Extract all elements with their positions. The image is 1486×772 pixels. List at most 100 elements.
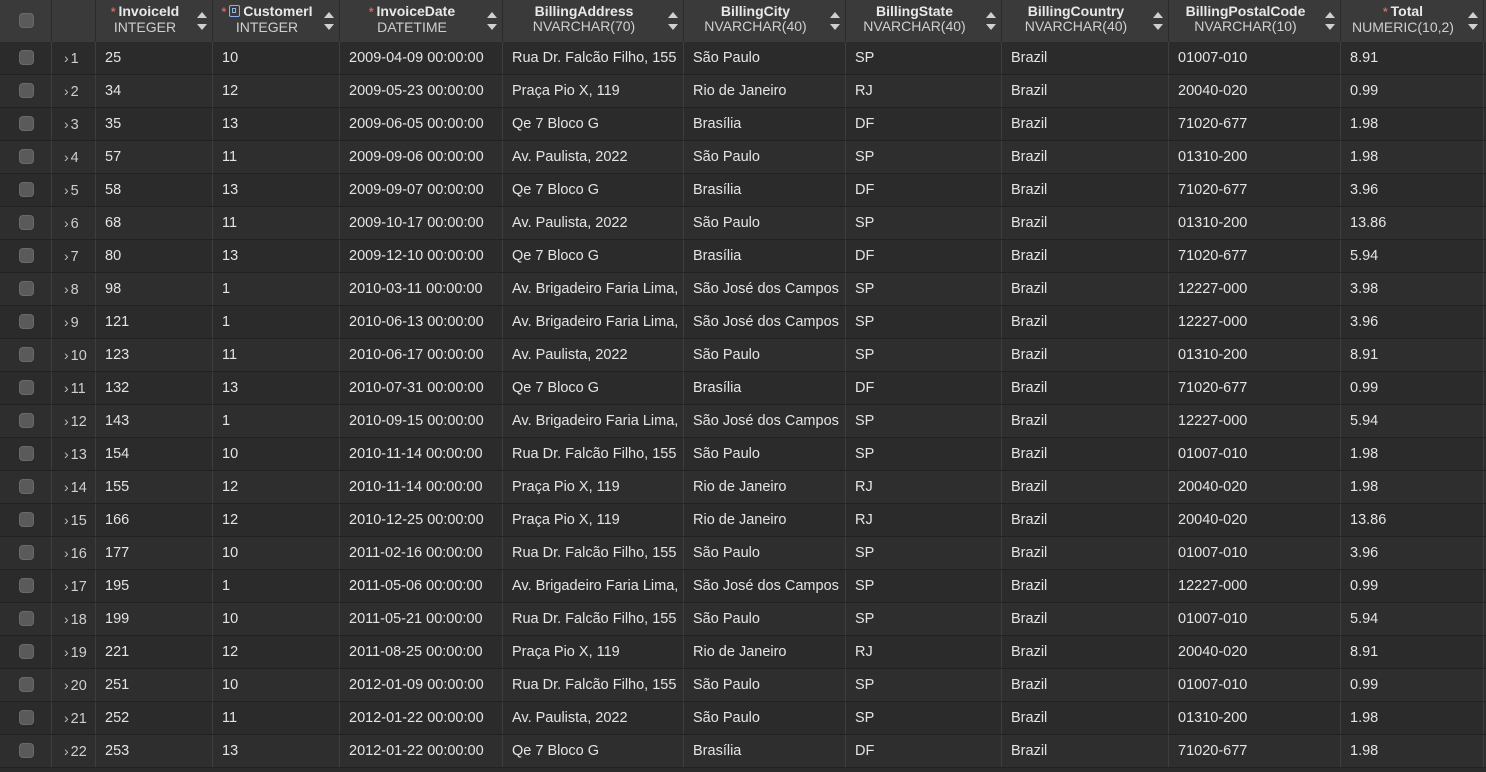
sort-arrows-icon[interactable] [1468, 12, 1478, 30]
cell-billingstate[interactable]: DF [846, 108, 1002, 140]
chevron-right-icon[interactable]: › [64, 240, 69, 272]
table-row[interactable]: › 15 166 12 2010-12-25 00:00:00 Praça Pio X, … [0, 504, 1486, 537]
chevron-right-icon[interactable]: › [64, 669, 69, 701]
cell-billingpostalcode[interactable]: 12227-000 [1169, 570, 1341, 602]
select-all-checkbox[interactable] [19, 13, 34, 28]
row-number-cell[interactable]: › 2 [52, 75, 96, 107]
row-checkbox[interactable] [19, 83, 34, 98]
chevron-right-icon[interactable]: › [64, 273, 69, 305]
cell-invoiceid[interactable]: 34 [96, 75, 213, 107]
cell-billingcountry[interactable]: Brazil [1002, 141, 1169, 173]
cell-billingpostalcode[interactable]: 12227-000 [1169, 405, 1341, 437]
cell-billingcity[interactable]: São Paulo [684, 537, 846, 569]
cell-billingstate[interactable]: SP [846, 702, 1002, 734]
sort-arrows-icon[interactable] [986, 12, 996, 30]
table-row[interactable]: › 13 154 10 2010-11-14 00:00:00 Rua Dr. Falcã… [0, 438, 1486, 471]
chevron-right-icon[interactable]: › [64, 141, 69, 173]
cell-customeri[interactable]: 1 [213, 306, 340, 338]
cell-total[interactable]: 8.91 [1341, 636, 1484, 668]
cell-billingcountry[interactable]: Brazil [1002, 306, 1169, 338]
table-row[interactable]: › 18 199 10 2011-05-21 00:00:00 Rua Dr. Falcã… [0, 603, 1486, 636]
cell-billingcountry[interactable]: Brazil [1002, 273, 1169, 305]
cell-invoicedate[interactable]: 2009-09-07 00:00:00 [340, 174, 503, 206]
row-checkbox[interactable] [19, 743, 34, 758]
cell-billingcity[interactable]: São Paulo [684, 438, 846, 470]
table-row[interactable]: › 7 80 13 2009-12-10 00:00:00 Qe 7 Bloco G Bra… [0, 240, 1486, 273]
row-number-cell[interactable]: › 14 [52, 471, 96, 503]
row-number-cell[interactable]: › 9 [52, 306, 96, 338]
cell-billingaddress[interactable]: Praça Pio X, 119 [503, 504, 684, 536]
table-row[interactable]: › 3 35 13 2009-06-05 00:00:00 Qe 7 Bloco G Bra… [0, 108, 1486, 141]
cell-billingcity[interactable]: Rio de Janeiro [684, 471, 846, 503]
cell-billingstate[interactable]: DF [846, 372, 1002, 404]
cell-billingcountry[interactable]: Brazil [1002, 504, 1169, 536]
cell-billingstate[interactable]: RJ [846, 636, 1002, 668]
cell-billingcity[interactable]: São Paulo [684, 603, 846, 635]
cell-billingaddress[interactable]: Qe 7 Bloco G [503, 372, 684, 404]
chevron-right-icon[interactable]: › [64, 339, 69, 371]
row-number-cell[interactable]: › 5 [52, 174, 96, 206]
table-row[interactable]: › 11 132 13 2010-07-31 00:00:00 Qe 7 Bloco GB… [0, 372, 1486, 405]
table-row[interactable]: › 8 98 1 2010-03-11 00:00:00 Av. Brigadeiro F… [0, 273, 1486, 306]
row-checkbox[interactable] [19, 281, 34, 296]
row-number-cell[interactable]: › 17 [52, 570, 96, 602]
row-checkbox[interactable] [19, 611, 34, 626]
row-number-cell[interactable]: › 7 [52, 240, 96, 272]
cell-total[interactable]: 8.91 [1341, 42, 1484, 74]
cell-customeri[interactable]: 11 [213, 702, 340, 734]
cell-billingcountry[interactable]: Brazil [1002, 339, 1169, 371]
cell-billingcity[interactable]: Rio de Janeiro [684, 504, 846, 536]
cell-invoicedate[interactable]: 2012-01-22 00:00:00 [340, 735, 503, 767]
cell-billingstate[interactable]: SP [846, 669, 1002, 701]
cell-customeri[interactable]: 10 [213, 42, 340, 74]
row-checkbox[interactable] [19, 446, 34, 461]
cell-customeri[interactable]: 13 [213, 372, 340, 404]
cell-billingcountry[interactable]: Brazil [1002, 108, 1169, 140]
cell-customeri[interactable]: 13 [213, 735, 340, 767]
cell-invoiceid[interactable]: 221 [96, 636, 213, 668]
cell-billingcountry[interactable]: Brazil [1002, 240, 1169, 272]
row-checkbox[interactable] [19, 644, 34, 659]
chevron-right-icon[interactable]: › [64, 174, 69, 206]
cell-invoiceid[interactable]: 177 [96, 537, 213, 569]
cell-billingaddress[interactable]: Praça Pio X, 119 [503, 471, 684, 503]
sort-arrows-icon[interactable] [324, 12, 334, 30]
cell-billingaddress[interactable]: Av. Paulista, 2022 [503, 702, 684, 734]
chevron-right-icon[interactable]: › [64, 306, 69, 338]
cell-invoicedate[interactable]: 2010-09-15 00:00:00 [340, 405, 503, 437]
cell-billingpostalcode[interactable]: 01310-200 [1169, 339, 1341, 371]
row-number-cell[interactable]: › 11 [52, 372, 96, 404]
cell-billingcountry[interactable]: Brazil [1002, 603, 1169, 635]
chevron-right-icon[interactable]: › [64, 405, 69, 437]
cell-billingpostalcode[interactable]: 01310-200 [1169, 141, 1341, 173]
chevron-right-icon[interactable]: › [64, 603, 69, 635]
row-checkbox[interactable] [19, 116, 34, 131]
table-row[interactable]: › 9 121 1 2010-06-13 00:00:00 Av. Brigadeiro … [0, 306, 1486, 339]
cell-billingstate[interactable]: SP [846, 306, 1002, 338]
sort-arrows-icon[interactable] [1153, 12, 1163, 30]
cell-total[interactable]: 1.98 [1341, 735, 1484, 767]
cell-billingaddress[interactable]: Av. Brigadeiro Faria Lima, [503, 570, 684, 602]
cell-invoicedate[interactable]: 2009-09-06 00:00:00 [340, 141, 503, 173]
cell-invoiceid[interactable]: 121 [96, 306, 213, 338]
cell-billingpostalcode[interactable]: 01310-200 [1169, 702, 1341, 734]
cell-billingaddress[interactable]: Qe 7 Bloco G [503, 240, 684, 272]
row-checkbox[interactable] [19, 314, 34, 329]
cell-billingcity[interactable]: São Paulo [684, 339, 846, 371]
table-row[interactable]: › 14 155 12 2010-11-14 00:00:00 Praça Pio X, … [0, 471, 1486, 504]
cell-billingcountry[interactable]: Brazil [1002, 438, 1169, 470]
cell-customeri[interactable]: 12 [213, 636, 340, 668]
cell-billingcity[interactable]: São Paulo [684, 42, 846, 74]
cell-billingstate[interactable]: DF [846, 174, 1002, 206]
cell-invoicedate[interactable]: 2010-11-14 00:00:00 [340, 471, 503, 503]
row-number-cell[interactable]: › 13 [52, 438, 96, 470]
cell-invoiceid[interactable]: 143 [96, 405, 213, 437]
cell-invoiceid[interactable]: 80 [96, 240, 213, 272]
cell-invoiceid[interactable]: 68 [96, 207, 213, 239]
row-number-cell[interactable]: › 12 [52, 405, 96, 437]
sort-arrows-icon[interactable] [830, 12, 840, 30]
cell-invoiceid[interactable]: 199 [96, 603, 213, 635]
cell-billingcity[interactable]: Rio de Janeiro [684, 636, 846, 668]
cell-invoiceid[interactable]: 25 [96, 42, 213, 74]
cell-billingcountry[interactable]: Brazil [1002, 405, 1169, 437]
